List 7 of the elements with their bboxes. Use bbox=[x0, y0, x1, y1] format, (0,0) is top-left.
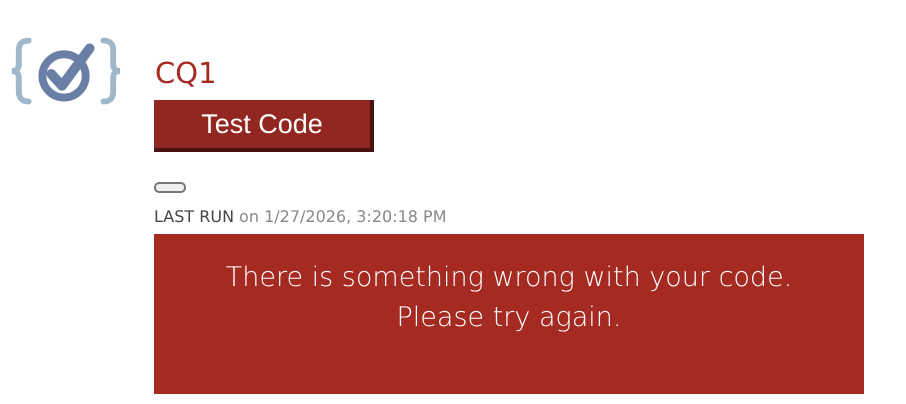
test-code-button[interactable]: Test Code bbox=[154, 100, 374, 152]
blank-button[interactable] bbox=[154, 182, 186, 193]
last-run-time: on 1/27/2026, 3:20:18 PM bbox=[239, 207, 446, 226]
error-message-text: There is something wrong with your code. bbox=[226, 261, 792, 295]
question-title: CQ1 bbox=[155, 55, 217, 92]
error-message-text: Please try again. bbox=[396, 301, 622, 335]
last-run-label: LAST RUN bbox=[154, 207, 234, 226]
